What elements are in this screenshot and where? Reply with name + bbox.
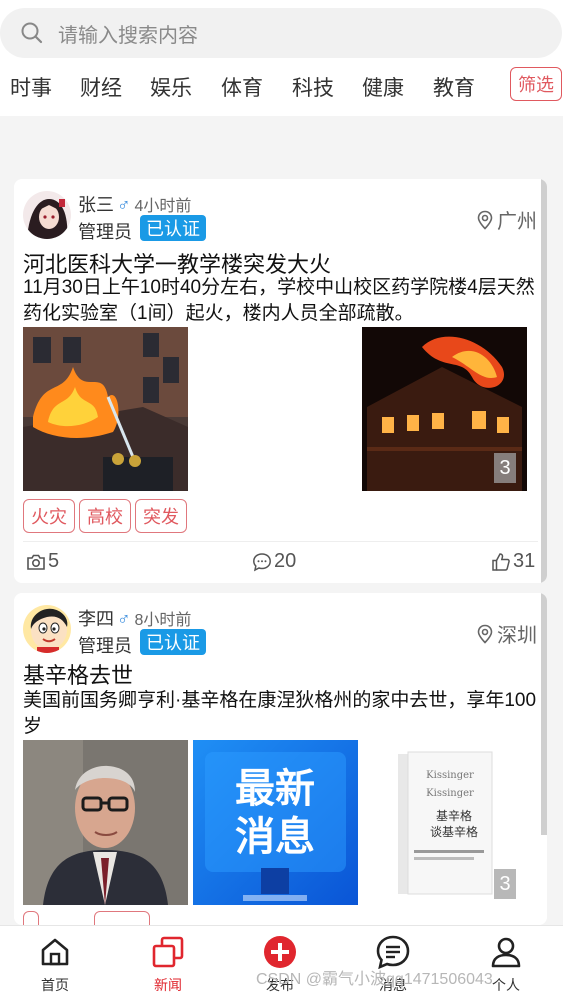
male-icon: ♂: [117, 609, 131, 629]
user-role: 管理员: [78, 636, 132, 656]
person-icon: [489, 935, 523, 969]
search-input[interactable]: 请输入搜索内容: [58, 19, 198, 48]
image-count-badge: 3: [494, 869, 516, 899]
category-tabs: 时事 财经 娱乐 体育 科技 健康 教育: [0, 66, 563, 106]
news-line2-text: 消息: [235, 814, 315, 860]
post-image-fire-building[interactable]: [23, 327, 188, 491]
post-time: 4小时前: [134, 198, 192, 215]
photo-count-value: 5: [48, 550, 60, 572]
post-content: 美国前国务卿亨利·基辛格在康涅狄格州的家中去世，享年100岁: [23, 690, 537, 737]
post-content: 11月30日上午10时40分左右，学校中山校区药学院楼4层天然药化实验室（1间）…: [23, 277, 535, 324]
tab-technology[interactable]: 科技: [292, 72, 334, 102]
tag[interactable]: [94, 911, 150, 925]
nav-news[interactable]: 新闻: [128, 926, 208, 996]
news-line1-text: 最新: [235, 766, 315, 812]
verified-badge: 已认证: [140, 215, 206, 241]
news-icon: [151, 935, 185, 969]
home-icon: [38, 935, 72, 969]
book-en-text-bottom: Kissinger: [426, 788, 474, 799]
nav-news-label: 新闻: [154, 977, 182, 993]
post-time: 8小时前: [134, 612, 192, 629]
nav-profile-label: 个人: [492, 977, 520, 993]
image-count-badge: 3: [494, 453, 516, 483]
nav-home[interactable]: 首页: [15, 926, 95, 996]
avatar[interactable]: [23, 191, 71, 239]
photo-count[interactable]: 5: [26, 550, 59, 573]
news-card[interactable]: 张三 ♂ 4小时前 管理员 已认证 广州 河北医科大学一教学楼突发大火 11月30日…: [14, 179, 547, 583]
search-bar[interactable]: 请输入搜索内容: [0, 8, 562, 58]
message-icon: [376, 935, 410, 969]
news-card[interactable]: 李四 ♂ 8小时前 管理员 已认证 深圳 基辛格去世 美国前国务卿亨利·基辛格在康涅…: [14, 593, 547, 925]
card-scrollbar[interactable]: [541, 593, 547, 835]
tab-current-affairs[interactable]: 时事: [10, 72, 52, 102]
tag-university[interactable]: 高校: [79, 499, 131, 533]
tab-entertainment[interactable]: 娱乐: [150, 72, 192, 102]
book-en-text-top: Kissinger: [426, 770, 474, 781]
watermark: CSDN @霸气小波qq1471506043: [256, 971, 493, 988]
comment-icon: [253, 552, 271, 571]
post-image-latest-news[interactable]: 最新 消息: [193, 740, 358, 905]
card-divider: [23, 541, 538, 542]
comment-count-value: 20: [274, 550, 297, 572]
user-role: 管理员: [78, 222, 132, 242]
tag[interactable]: [23, 911, 39, 925]
nav-home-label: 首页: [41, 977, 69, 993]
location-pin-icon: [477, 624, 493, 644]
thumbs-up-icon: [492, 552, 510, 571]
book-title-line2: 谈基辛格: [430, 824, 478, 839]
book-title-line1: 基辛格: [436, 808, 472, 823]
location-text: 深圳: [497, 625, 537, 647]
top-bar: 请输入搜索内容 时事 财经 娱乐 体育 科技 健康 教育 筛选: [0, 0, 563, 116]
like-count[interactable]: 31: [491, 550, 535, 573]
username[interactable]: 张三 ♂ 4小时前: [78, 191, 191, 217]
post-image-portrait[interactable]: [23, 740, 188, 905]
username-text: 李四: [78, 609, 114, 629]
tab-health[interactable]: 健康: [362, 72, 404, 102]
location-pin-icon: [477, 210, 493, 230]
post-title[interactable]: 基辛格去世: [23, 658, 133, 690]
comment-count[interactable]: 20: [252, 550, 296, 573]
card-scrollbar[interactable]: [541, 179, 547, 583]
publish-plus-icon: [263, 935, 297, 969]
like-count-value: 31: [513, 550, 536, 572]
tag-fire[interactable]: 火灾: [23, 499, 75, 533]
tab-sports[interactable]: 体育: [221, 72, 263, 102]
username[interactable]: 李四 ♂ 8小时前: [78, 605, 191, 631]
male-icon: ♂: [117, 195, 131, 215]
tag-sudden[interactable]: 突发: [135, 499, 187, 533]
avatar[interactable]: [23, 605, 71, 653]
search-icon: [21, 22, 43, 44]
tab-finance[interactable]: 财经: [80, 72, 122, 102]
location: 广州: [476, 205, 537, 234]
username-text: 张三: [78, 195, 114, 215]
verified-badge: 已认证: [140, 629, 206, 655]
filter-button[interactable]: 筛选: [510, 67, 562, 101]
tab-education[interactable]: 教育: [433, 72, 475, 102]
location-text: 广州: [497, 211, 537, 233]
location: 深圳: [476, 619, 537, 648]
camera-icon: [27, 554, 45, 570]
